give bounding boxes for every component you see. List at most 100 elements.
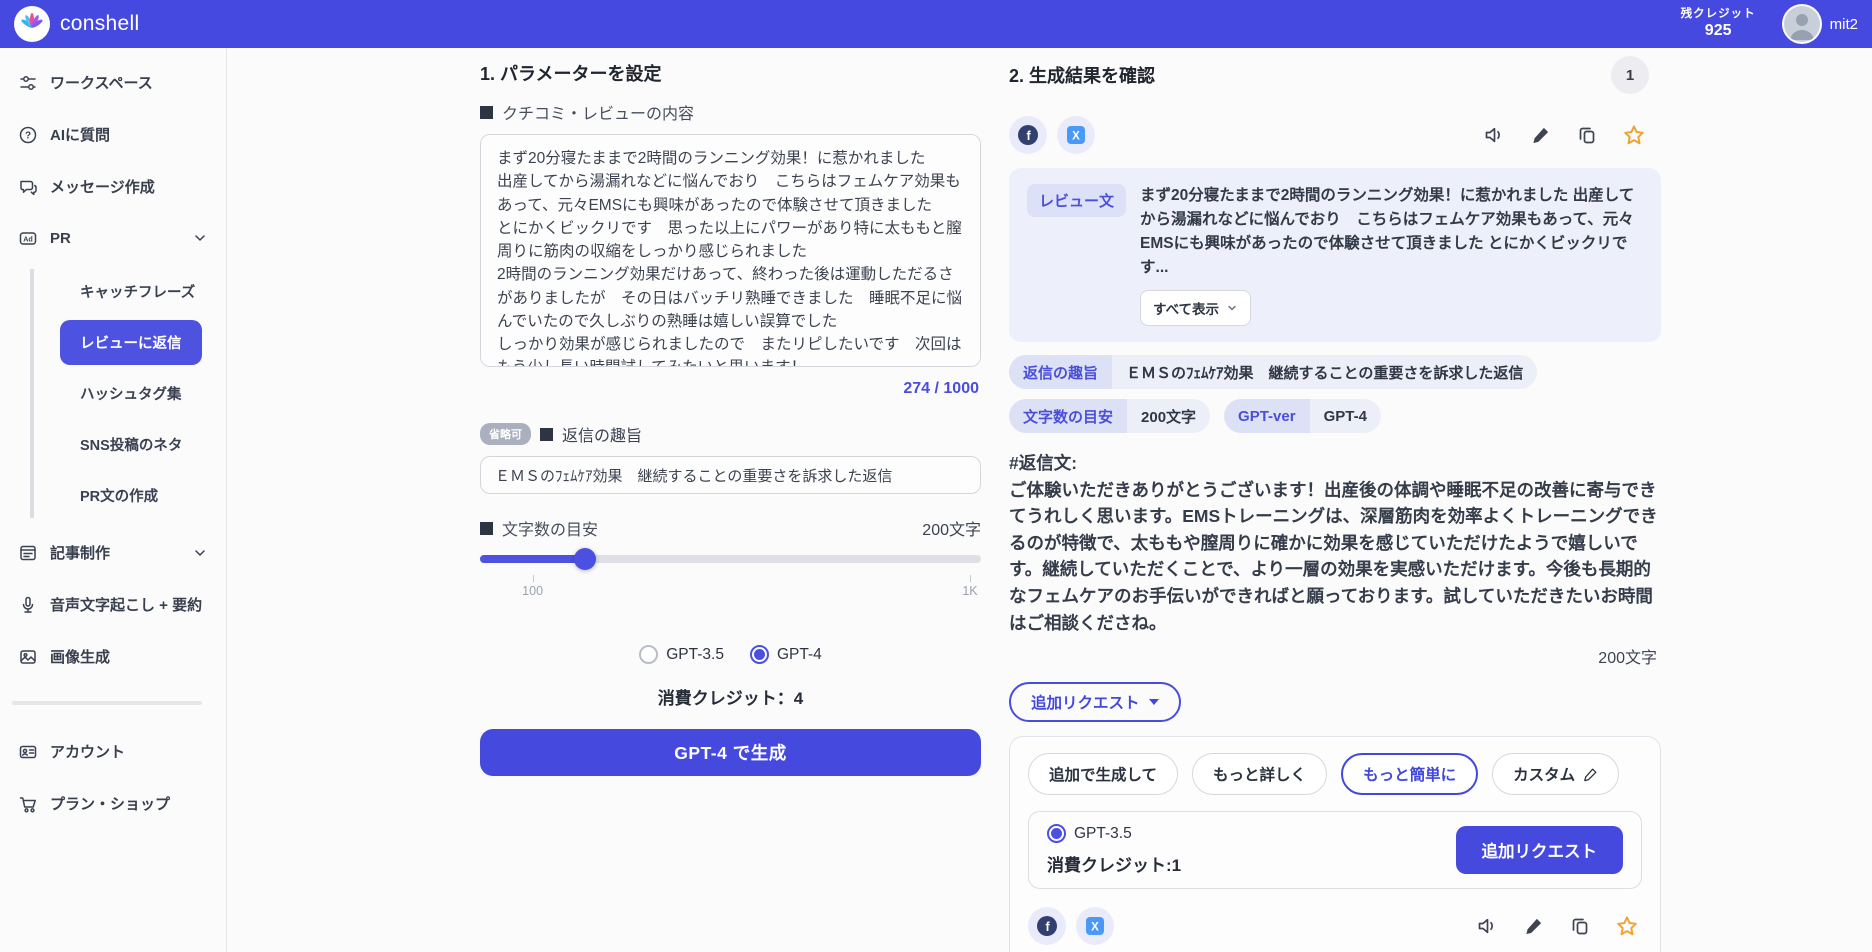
radio-circle-selected[interactable] [1047,824,1066,844]
sidebar-item-label: メッセージ作成 [50,179,155,196]
credits-block: 残クレジット 925 [1681,7,1756,41]
sidebar-item-label: AIに質問 [50,127,111,144]
edit-pencil-icon[interactable] [1531,125,1551,145]
svg-text:X: X [1091,922,1099,934]
credits-value: 925 [1704,22,1732,40]
param-tags-row2: 文字数の目安 200文字 GPT-ver GPT-4 [1009,399,1661,434]
show-all-button[interactable]: すべて表示 [1140,290,1252,327]
char-counter: 274 / 1000 [903,380,979,397]
sidebar: ワークスペース ? AIに質問 メッセージ作成 Ad PR キャッチフレーズ レ… [0,48,227,952]
radio-gpt35[interactable]: GPT-3.5 [639,645,724,664]
sub-request-button[interactable]: 追加リクエスト [1455,826,1623,875]
facebook-share-button[interactable]: f [1009,116,1047,154]
sidebar-item-image-gen[interactable]: 画像生成 [0,636,226,677]
username[interactable]: mit2 [1830,16,1858,33]
length-tag: 文字数の目安 200文字 [1009,399,1211,434]
review-excerpt-wrap: まず20分寝たままで2時間のランニング効果！に惹かれました 出産してから湯漏れな… [1140,184,1643,327]
favorite-star-icon[interactable] [1616,915,1638,937]
review-textarea[interactable]: まず20分寝たままで2時間のランニング効果！に惹かれました 出産してから湯漏れな… [480,134,981,367]
show-all-label: すべて表示 [1153,302,1220,318]
share-buttons: f X [1009,116,1095,154]
sidebar-item-account[interactable]: アカウント [0,731,226,772]
speaker-icon[interactable] [1476,915,1498,937]
result-toolbar: f X [1009,116,1661,154]
x-icon: X [1067,126,1085,144]
x-share-button[interactable]: X [1057,116,1095,154]
additional-request-dropdown[interactable]: 追加リクエスト [1009,682,1181,723]
radio-circle-selected[interactable] [749,645,769,664]
person-icon [1789,14,1814,40]
sidebar-item-sns-ideas[interactable]: SNS投稿のネタ [60,422,202,467]
purpose-tag-value: ＥＭＳのﾌｪﾑｹｱ効果 継続することの重要さを訴求した返信 [1112,355,1538,390]
sidebar-item-message[interactable]: メッセージ作成 [0,166,226,207]
sidebar-item-label: PR [50,229,71,247]
copy-icon[interactable] [1570,916,1590,936]
slider-thumb[interactable] [574,548,597,570]
sidebar-divider [12,701,202,705]
sidebar-item-pr-text[interactable]: PR文の作成 [60,473,178,518]
gpt-tag-value: GPT-4 [1309,399,1381,434]
chevron-down-icon [195,235,205,241]
radio-sub-gpt35[interactable]: GPT-3.5 [1047,824,1181,844]
speaker-icon[interactable] [1483,124,1505,146]
quick-custom-button[interactable]: カスタム [1492,753,1620,796]
generate-button[interactable]: GPT-4 で生成 [480,729,981,776]
question-icon: ? [19,126,37,143]
chevron-down-icon [195,549,205,556]
review-source-card: レビュー文 まず20分寝たままで2時間のランニング効果！に惹かれました 出産して… [1009,168,1661,343]
quick-more-detail-button[interactable]: もっと詳しく [1192,753,1328,796]
credit-cost: 消費クレジット：4 [657,689,804,708]
brand-name[interactable]: conshell [60,12,139,36]
sidebar-item-label: 音声文字起こし + 要約 [50,597,203,614]
tick-max-label: 1K [962,584,978,598]
purpose-tag: 返信の趣旨 ＥＭＳのﾌｪﾑｹｱ効果 継続することの重要さを訴求した返信 [1009,355,1538,390]
results-header: 2. 生成結果を確認 1 [1009,56,1661,94]
avatar[interactable] [1781,4,1822,44]
quick-simpler-button[interactable]: もっと簡単に [1341,753,1479,796]
sidebar-item-hashtags[interactable]: ハッシュタグ集 [60,371,202,416]
workspace-icon [20,75,36,90]
article-icon [20,545,36,560]
sidebar-item-catchphrase[interactable]: キャッチフレーズ [60,269,215,314]
param-tags-row1: 返信の趣旨 ＥＭＳのﾌｪﾑｹｱ効果 継続することの重要さを訴求した返信 [1009,355,1661,390]
sub-request-card: GPT-3.5 消費クレジット:1 追加リクエスト [1028,811,1642,890]
tick-min-label: 100 [522,584,544,598]
facebook-icon: f [1018,125,1038,145]
sidebar-item-review-reply[interactable]: レビューに返信 [60,320,202,365]
quick-custom-label: カスタム [1513,767,1576,785]
edit-pencil-icon [1584,768,1597,781]
result2-actions [1476,915,1642,937]
ad-icon: Ad [19,232,37,245]
tick-max [969,575,972,582]
parameters-title: 1. パラメーターを設定 [480,64,662,84]
shell-logo-icon [21,13,43,28]
edit-pencil-icon[interactable] [1524,916,1544,936]
radio-circle[interactable] [639,645,659,664]
sidebar-item-article[interactable]: 記事制作 [0,532,226,573]
square-marker [540,427,553,441]
favorite-star-icon[interactable] [1623,124,1645,146]
length-slider[interactable] [480,546,981,572]
svg-text:?: ? [25,130,31,141]
gpt-version-tag: GPT-ver GPT-4 [1224,399,1381,434]
quick-regenerate-button[interactable]: 追加で生成して [1028,753,1179,796]
sidebar-item-workspace[interactable]: ワークスペース [0,62,226,103]
slider-fill [480,555,586,563]
top-header: conshell 残クレジット 925 mit2 [0,0,1872,48]
sidebar-item-voice[interactable]: 音声文字起こし + 要約 [0,584,226,625]
tick-min [532,575,535,582]
review-tag: レビュー文 [1027,184,1127,217]
additional-request-label: 追加リクエスト [1031,695,1140,713]
sidebar-item-pr[interactable]: Ad PR [0,218,226,258]
facebook-share-button[interactable]: f [1028,907,1066,946]
id-card-icon [19,745,37,758]
parameters-panel: 1. パラメーターを設定 クチコミ・レビューの内容 まず20分寝たままで2時間の… [480,56,981,952]
caret-down-icon [1148,699,1159,706]
radio-gpt4[interactable]: GPT-4 [749,645,822,664]
purpose-input[interactable] [480,456,981,494]
sidebar-item-plan-shop[interactable]: プラン・ショップ [0,783,226,824]
sidebar-item-ask-ai[interactable]: ? AIに質問 [0,114,226,155]
copy-icon[interactable] [1577,125,1597,145]
x-share-button[interactable]: X [1076,907,1114,946]
brand-logo[interactable] [14,6,50,42]
